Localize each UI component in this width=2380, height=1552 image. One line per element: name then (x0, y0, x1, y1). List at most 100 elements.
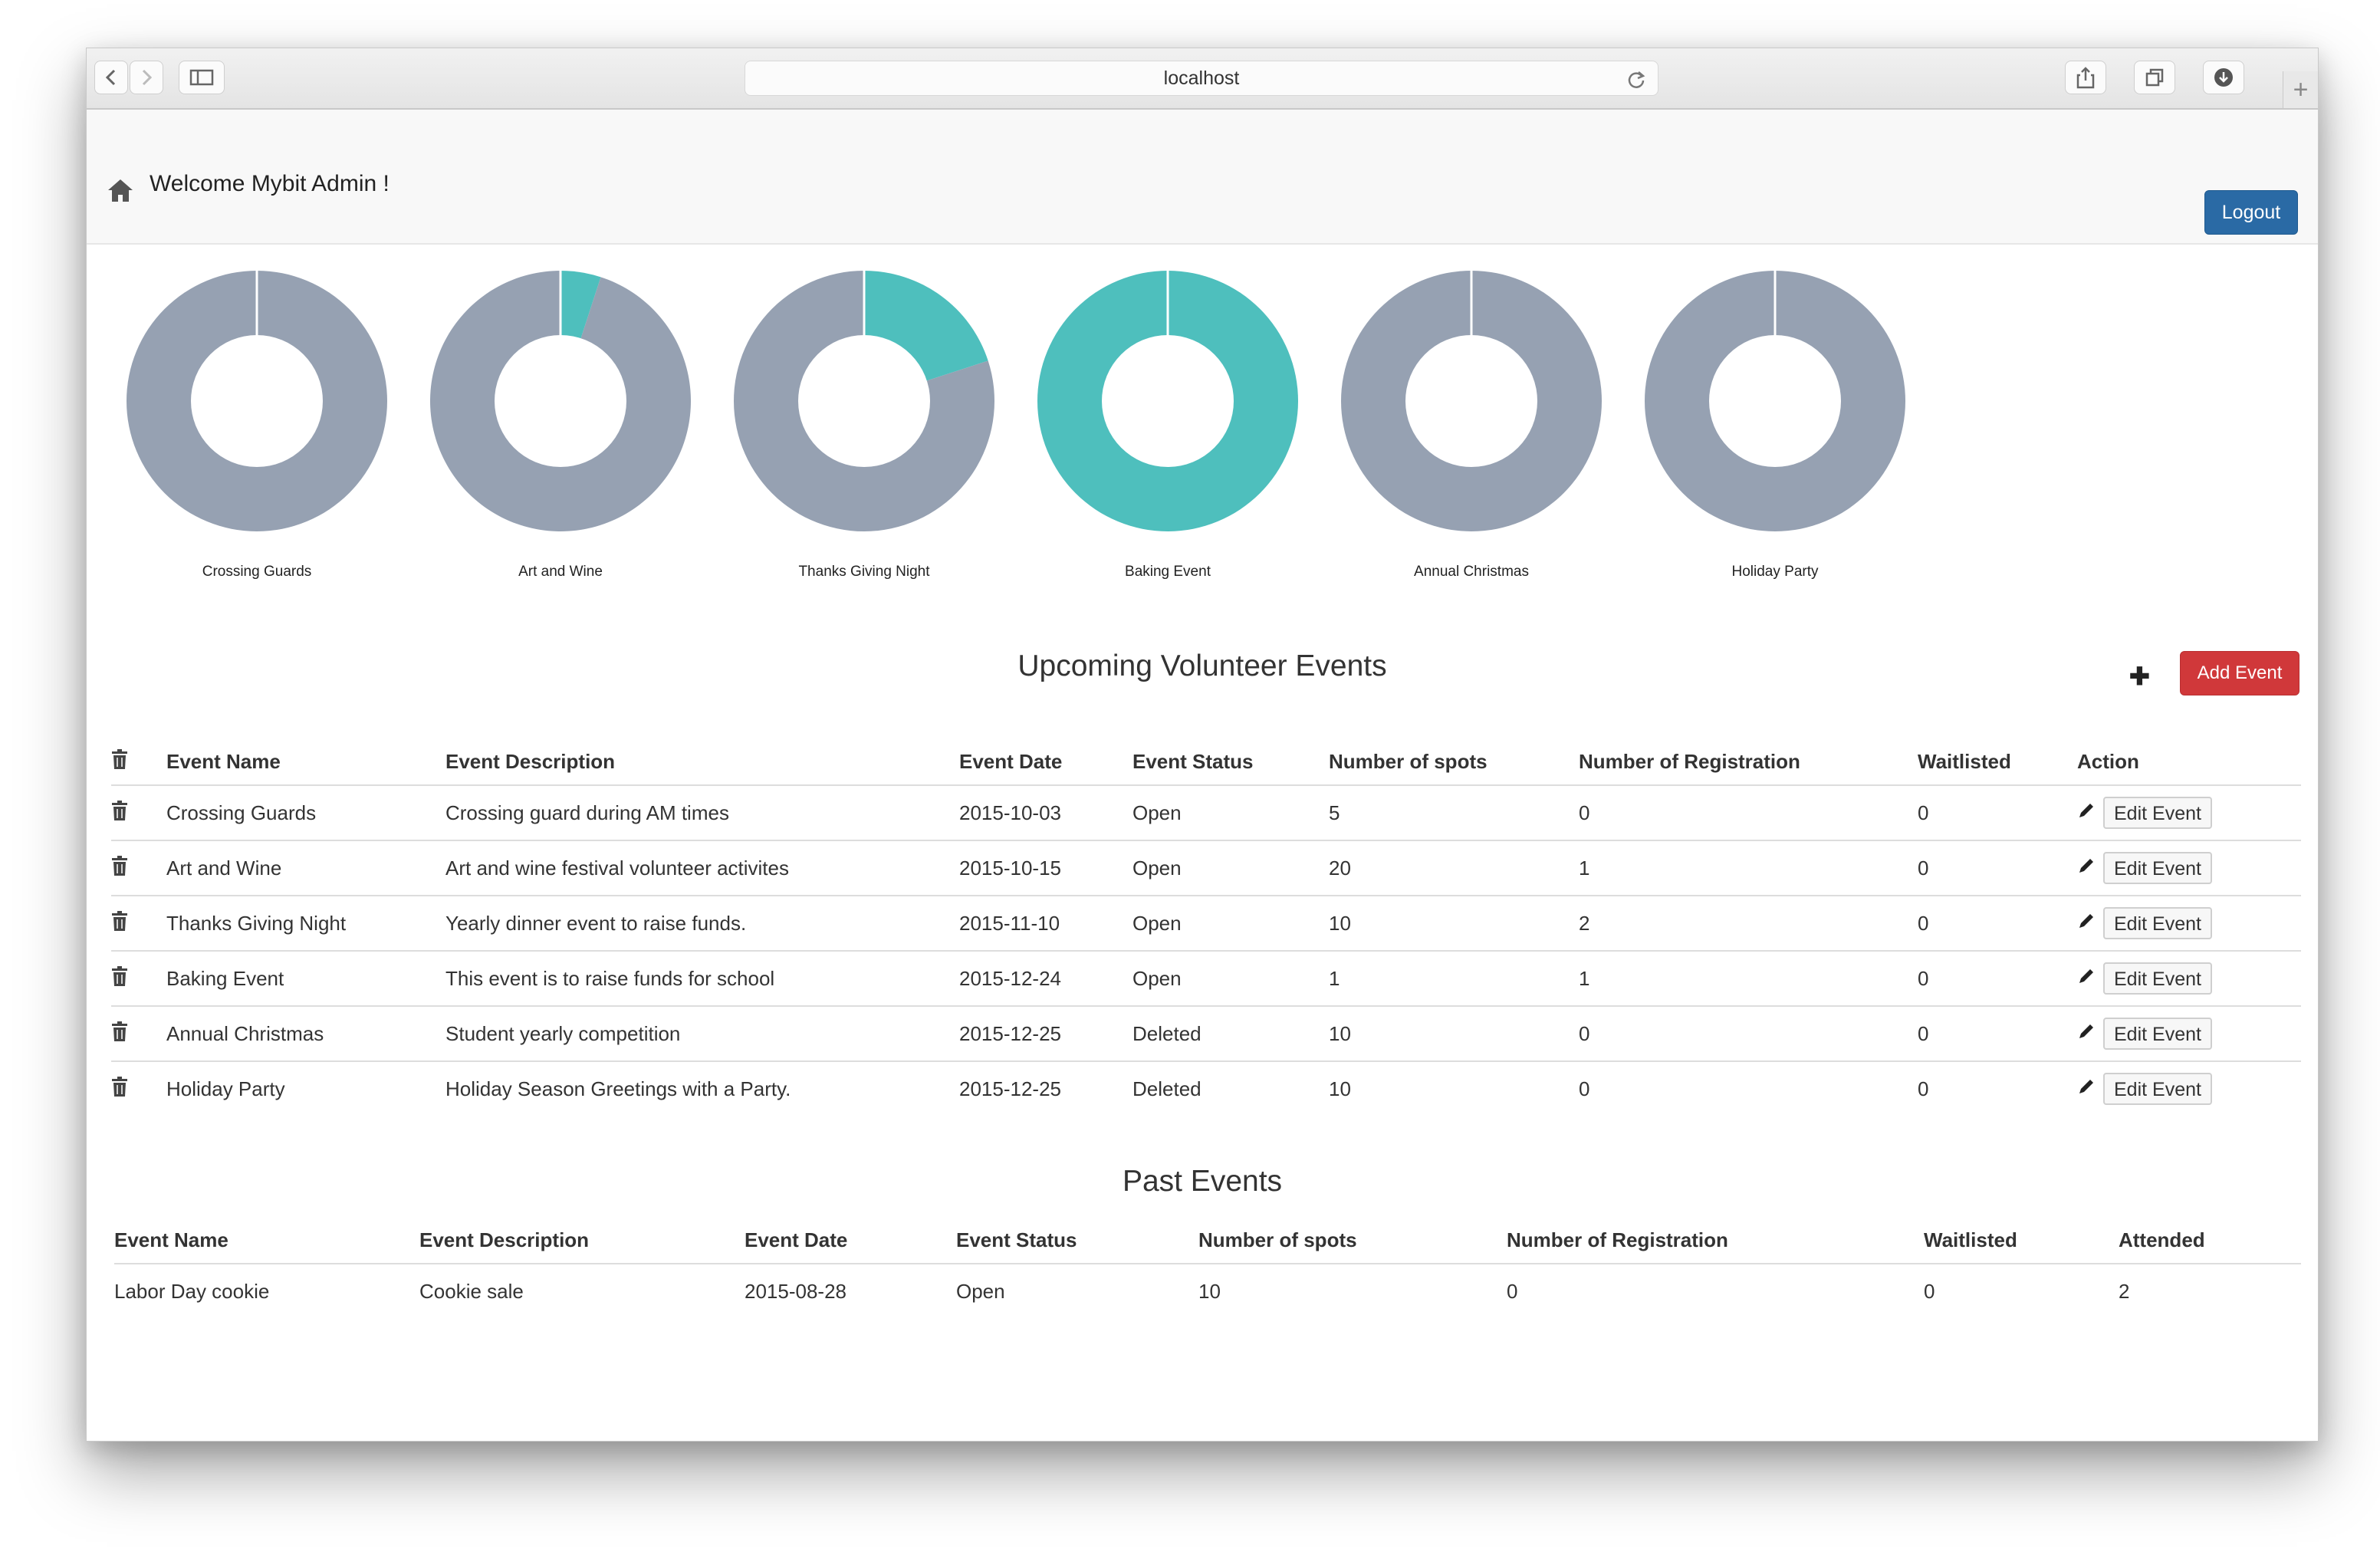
column-header: Event Name (166, 749, 281, 773)
cell-date: 2015-10-03 (959, 801, 1061, 824)
cell-registration: 0 (1579, 1021, 1590, 1045)
action-cell: Edit Event (2077, 1061, 2301, 1116)
donut-chart: Crossing Guards (127, 271, 387, 580)
pencil-icon[interactable] (2077, 967, 2096, 991)
cell-registration: 2 (1579, 911, 1590, 935)
share-button[interactable] (2065, 61, 2106, 94)
trash-header[interactable] (111, 738, 166, 785)
cell-description: Art and wine festival volunteer activite… (445, 856, 789, 880)
home-icon[interactable] (107, 177, 134, 207)
past-events-body: Labor Day cookie Cookie sale 2015-08-28 Ope… (114, 1264, 2301, 1318)
cell-waitlisted: 0 (1918, 911, 1929, 935)
pencil-icon[interactable] (2077, 1077, 2096, 1101)
cell-name: Holiday Party (166, 1077, 285, 1100)
donut-svg (430, 271, 691, 531)
past-events-title: Past Events (1122, 1165, 1283, 1198)
action-cell: Edit Event (2077, 1006, 2301, 1061)
table-header-row: Event Name Event Description Event Date … (114, 1217, 2301, 1264)
url-text: localhost (1163, 67, 1240, 89)
column-header: Event Description (445, 749, 616, 773)
back-button[interactable] (94, 61, 128, 94)
trash-icon[interactable] (111, 800, 128, 827)
delete-cell (111, 951, 166, 1006)
reload-icon[interactable] (1626, 67, 1647, 101)
cell-waitlisted: 0 (1918, 1077, 1929, 1100)
upcoming-events-table: Event Name Event Description Event Date … (111, 738, 2301, 1116)
trash-icon[interactable] (111, 965, 128, 992)
trash-icon[interactable] (111, 910, 128, 937)
trash-icon[interactable] (111, 1021, 128, 1047)
cell-registration: 1 (1579, 856, 1590, 880)
cell-status: Deleted (1132, 1021, 1202, 1045)
table-row: Labor Day cookie Cookie sale 2015-08-28 Ope… (114, 1264, 2301, 1318)
cell-registration: 1 (1579, 966, 1590, 990)
edit-event-button[interactable]: Edit Event (2103, 852, 2212, 884)
action-cell: Edit Event (2077, 840, 2301, 896)
app-navbar: Welcome Mybit Admin ! Logout (87, 110, 2318, 245)
column-header: Number of Registration (1579, 749, 1800, 773)
downloads-button[interactable] (2203, 61, 2244, 94)
chart-label: Baking Event (1125, 564, 1211, 580)
add-event-button[interactable]: Add Event (2180, 651, 2299, 695)
action-cell: Edit Event (2077, 896, 2301, 951)
column-header: Action (2077, 749, 2139, 773)
cell-spots: 1 (1329, 966, 1340, 990)
edit-event-button[interactable]: Edit Event (2103, 962, 2212, 995)
browser-window: localhost + Welcome Mybit Admin ! Logout… (86, 48, 2319, 1442)
tabs-overview-button[interactable] (2134, 61, 2175, 94)
cell-spots: 10 (1329, 1077, 1351, 1100)
forward-button[interactable] (130, 61, 163, 94)
cell-description: Crossing guard during AM times (445, 801, 729, 824)
cell-spots: 10 (1329, 1021, 1351, 1045)
column-header: Event Name (114, 1228, 228, 1251)
donut-chart: Annual Christmas (1341, 271, 1602, 580)
delete-cell (111, 785, 166, 840)
delete-cell (111, 840, 166, 896)
edit-event-button[interactable]: Edit Event (2103, 797, 2212, 829)
edit-event-button[interactable]: Edit Event (2103, 907, 2212, 939)
upcoming-events-title: Upcoming Volunteer Events (1017, 649, 1387, 682)
chart-label: Thanks Giving Night (798, 564, 930, 580)
chart-label: Art and Wine (518, 564, 603, 580)
new-tab-button[interactable]: + (2283, 71, 2318, 108)
donut-svg (734, 271, 994, 531)
browser-toolbar: localhost + (87, 48, 2318, 110)
logout-button[interactable]: Logout (2204, 190, 2298, 235)
plus-icon[interactable]: ✚ (2129, 662, 2150, 691)
pencil-icon[interactable] (2077, 1022, 2096, 1046)
cell-description: Yearly dinner event to raise funds. (445, 911, 747, 935)
pencil-icon[interactable] (2077, 857, 2096, 880)
column-header: Number of Registration (1507, 1228, 1728, 1251)
cell-description: Cookie sale (419, 1279, 524, 1303)
donut-hole (1405, 335, 1537, 467)
cell-waitlisted: 0 (1918, 1021, 1929, 1045)
chart-label: Holiday Party (1731, 564, 1819, 580)
cell-date: 2015-12-25 (959, 1077, 1061, 1100)
edit-event-button[interactable]: Edit Event (2103, 1073, 2212, 1105)
cell-status: Deleted (1132, 1077, 1202, 1100)
column-header: Number of spots (1329, 749, 1488, 773)
chart-label: Crossing Guards (202, 564, 312, 580)
donut-svg (1037, 271, 1298, 531)
pencil-icon[interactable] (2077, 912, 2096, 935)
sidebar-toggle-button[interactable] (179, 61, 225, 94)
column-header: Event Status (1132, 749, 1254, 773)
delete-cell (111, 1006, 166, 1061)
upcoming-events-body: Crossing Guards Crossing guard during AM … (111, 785, 2301, 1116)
table-row: Holiday Party Holiday Season Greetings wi… (111, 1061, 2301, 1116)
address-bar[interactable]: localhost (745, 61, 1658, 96)
edit-event-button[interactable]: Edit Event (2103, 1018, 2212, 1050)
pencil-icon[interactable] (2077, 801, 2096, 825)
edit-wrap: Edit Event (2077, 852, 2301, 884)
donut-hole (191, 335, 323, 467)
share-icon (2076, 67, 2095, 89)
trash-icon[interactable] (111, 1076, 128, 1103)
donut-chart: Baking Event (1037, 271, 1298, 580)
table-row: Thanks Giving Night Yearly dinner event t… (111, 896, 2301, 951)
cell-name: Crossing Guards (166, 801, 317, 824)
trash-icon[interactable] (111, 855, 128, 882)
cell-description: Student yearly competition (445, 1021, 681, 1045)
chevron-right-icon (142, 69, 153, 86)
cell-description: This event is to raise funds for school (445, 966, 775, 990)
cell-name: Art and Wine (166, 856, 282, 880)
